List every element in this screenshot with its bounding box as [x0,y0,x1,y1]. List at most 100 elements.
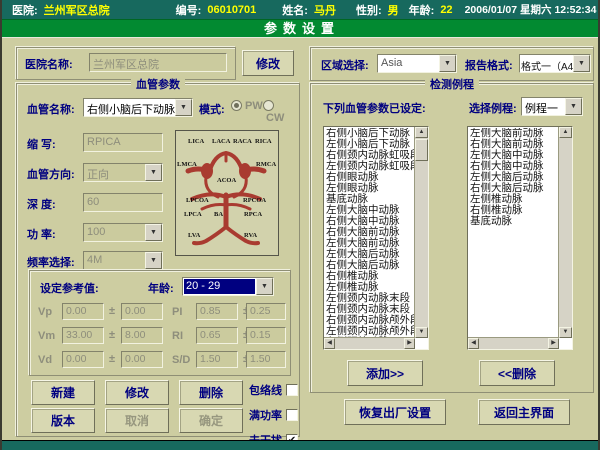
direction-label: 血管方向: [27,166,75,182]
mode-pw-label: PW [245,100,263,112]
param-name: S/D [172,354,190,366]
param-field: 0.65 [196,327,238,344]
param-name: Vd [38,354,52,366]
artery-label: LVA [188,232,200,239]
gender-label: 性别: [356,2,382,18]
report-format-combo[interactable]: 格式一（A4） ▼ [519,54,591,73]
mode-label: 模式: [199,101,225,117]
remove-button[interactable]: <<删除 [479,360,555,386]
chevron-down-icon[interactable]: ▼ [175,99,192,116]
param-name: PI [172,306,182,318]
param-field: 1.50 [246,351,286,368]
hospital-name-label: 医院名称: [25,56,73,72]
chevron-down-icon[interactable]: ▼ [565,98,582,115]
abbr-field: RPICA [83,133,163,152]
vessel-name-label: 血管名称: [27,101,75,117]
chevron-down-icon[interactable]: ▼ [439,55,456,72]
direction-value: 正向 [84,164,145,181]
param-row-vm: Vm 33.00 ± 8.00 RI 0.65 ± 0.15 [30,327,290,345]
datetime: 2006/01/07 星期六 12:52:34 [465,2,597,17]
depth-label: 深 度: [27,196,56,212]
factory-reset-button[interactable]: 恢复出厂设置 [344,399,446,425]
power-combo: 100 ▼ [83,223,163,242]
freq-value: 4M [84,252,145,269]
age-value: 22 [440,4,452,16]
artery-label: BA [214,211,223,218]
circle-of-willis-diagram: LICA LACA RACA RICA LMCA ACOA RMCA LPCOA… [175,130,279,256]
new-button[interactable]: 新建 [31,380,95,405]
artery-label: LICA [188,138,204,145]
report-format-value: 格式一（A4） [520,55,573,72]
plus-minus: ± [109,353,115,365]
vessel-name-value: 右侧小脑后下动脉 [84,99,175,116]
version-button[interactable]: 版本 [31,408,95,433]
param-field: 1.50 [196,351,238,368]
scroll-right-icon[interactable]: ▶ [548,338,559,349]
vessel-group-caption: 血管参数 [131,76,185,92]
scroll-down-icon[interactable]: ▼ [559,327,572,338]
set-params-label: 下列血管参数已设定: [323,100,426,116]
list-item[interactable]: 基底动脉 [470,216,558,227]
modify-hospital-button[interactable]: 修改 [242,50,294,76]
horizontal-scrollbar[interactable]: ◀ ▶ [468,337,559,349]
envelope-checkbox-row[interactable]: 包络线 [249,382,298,398]
power-value: 100 [84,224,145,241]
vertical-scrollbar[interactable]: ▲ ▼ [558,127,572,338]
scroll-up-icon[interactable]: ▲ [559,127,572,138]
chevron-down-icon[interactable]: ▼ [256,278,273,295]
artery-label: RVA [244,232,257,239]
vertical-scrollbar[interactable]: ▲ ▼ [414,127,428,338]
power-label: 功 率: [27,226,56,242]
hospital-value: 兰州军区总院 [44,2,110,18]
parameter-settings-window: 医院: 兰州军区总院 编号: 06010701 姓名: 马丹 性别: 男 年龄:… [0,0,600,450]
vessel-name-combo[interactable]: 右侧小脑后下动脉 ▼ [83,98,193,117]
chevron-down-icon: ▼ [145,224,162,241]
name-label: 姓名: [282,2,308,18]
routine-combo[interactable]: 例程一 ▼ [521,97,583,116]
scroll-left-icon[interactable]: ◀ [324,338,335,349]
scroll-up-icon[interactable]: ▲ [415,127,428,138]
chevron-down-icon[interactable]: ▼ [573,55,590,72]
routine-vessels-list[interactable]: 左侧大脑前动脉右侧大脑前动脉左侧大脑中动脉右侧大脑中动脉左侧大脑后动脉右侧大脑后… [467,126,573,350]
add-button[interactable]: 添加>> [347,360,423,386]
back-to-main-button[interactable]: 返回主界面 [478,399,570,425]
scroll-left-icon[interactable]: ◀ [468,338,479,349]
plus-minus: ± [109,305,115,317]
modify-button[interactable]: 修改 [105,380,169,405]
param-field: 0.00 [121,351,163,368]
artery-label: RMCA [256,161,276,168]
scroll-down-icon[interactable]: ▼ [415,327,428,338]
bottom-strip [2,440,600,450]
hospital-label: 医院: [12,2,38,18]
ok-button: 确定 [179,408,243,433]
name-value: 马丹 [314,2,336,18]
fullpower-checkbox-row[interactable]: 满功率 [249,407,298,423]
artery-label: LACA [212,138,230,145]
fullpower-label: 满功率 [249,407,282,423]
artery-label: RACA [233,138,252,145]
delete-button[interactable]: 删除 [179,380,243,405]
checkbox-icon[interactable] [286,384,298,396]
scroll-right-icon[interactable]: ▶ [404,338,415,349]
param-row-vp: Vp 0.00 ± 0.00 PI 0.85 ± 0.25 [30,303,290,321]
age-label: 年龄: [409,2,435,18]
region-combo[interactable]: Asia ▼ [377,54,457,73]
scroll-thumb[interactable] [415,139,428,161]
checkbox-icon[interactable] [286,409,298,421]
abbr-label: 缩 写: [27,136,56,152]
hospital-name-field: 兰州军区总院 [89,53,227,72]
artery-label: LMCA [177,161,197,168]
param-field: 0.85 [196,303,238,320]
available-vessels-list[interactable]: 右侧小脑后下动脉左侧小脑后下动脉右侧颈内动脉虹吸段左侧颈内动脉虹吸段右侧眼动脉左… [323,126,429,350]
horizontal-scrollbar[interactable]: ◀ ▶ [324,337,415,349]
region-value: Asia [378,55,439,72]
mode-cw-radio: CW [263,98,299,124]
artery-label: RPCA [244,211,262,218]
hospital-name-box: 医院名称: 兰州军区总院 [16,47,236,80]
param-field: 8.00 [121,327,163,344]
chevron-down-icon: ▼ [145,164,162,181]
artery-label: LPCA [184,211,202,218]
age-range-combo[interactable]: 20 - 29 ▼ [182,277,274,296]
vessel-params-group: 血管参数 血管名称: 右侧小脑后下动脉 ▼ 模式: PW CW 缩 写: RPI… [16,83,300,437]
chevron-down-icon: ▼ [145,252,162,269]
